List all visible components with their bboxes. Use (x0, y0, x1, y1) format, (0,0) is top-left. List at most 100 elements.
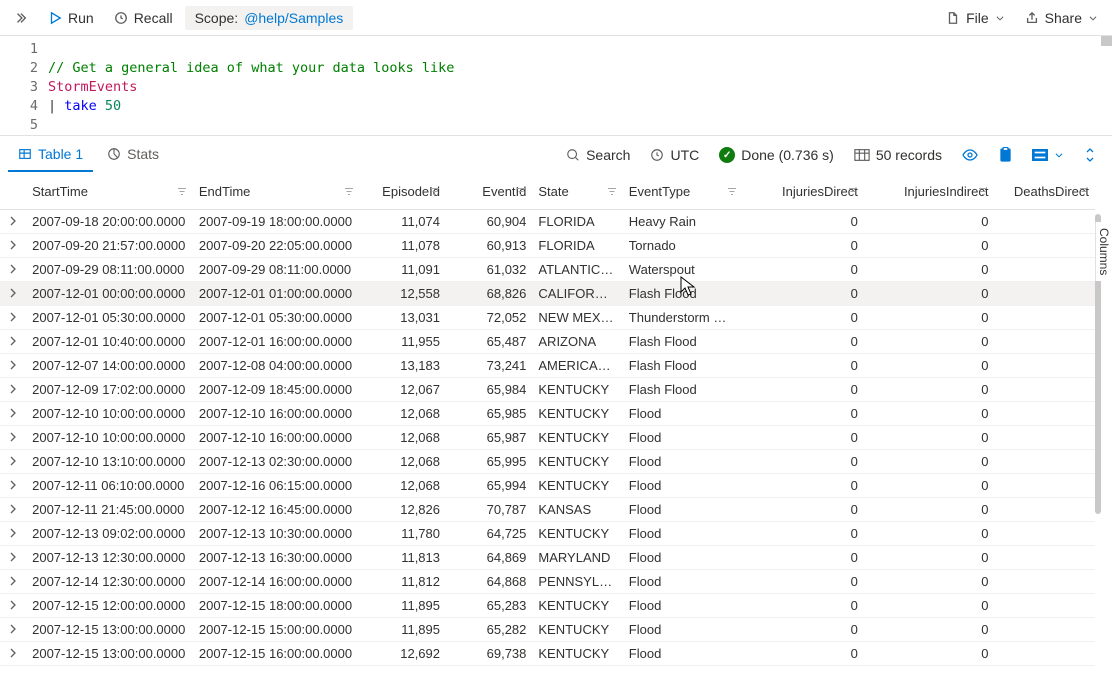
scope-label: Scope: (195, 10, 239, 26)
filter-icon[interactable] (430, 184, 440, 199)
scope-selector[interactable]: Scope: @help/Samples (185, 6, 354, 30)
table-row[interactable]: 2007-12-10 13:10:00.00002007-12-13 02:30… (0, 450, 1095, 474)
row-expand-chevron[interactable] (0, 354, 26, 378)
row-expand-chevron[interactable] (0, 594, 26, 618)
table-row[interactable]: 2007-12-01 10:40:00.00002007-12-01 16:00… (0, 330, 1095, 354)
tab-stats[interactable]: Stats (97, 138, 169, 172)
table-row[interactable]: 2007-12-15 13:00:00.00002007-12-15 15:00… (0, 618, 1095, 642)
table-cell: CALIFORN… (532, 282, 622, 306)
row-expand-chevron[interactable] (0, 378, 26, 402)
table-cell: Flash Flood (623, 354, 744, 378)
row-expand-chevron[interactable] (0, 258, 26, 282)
table-row[interactable]: 2007-12-07 14:00:00.00002007-12-08 04:00… (0, 354, 1095, 378)
table-cell: 2007-12-01 05:30:00.0000 (193, 306, 360, 330)
hide-empty-button[interactable] (954, 144, 986, 166)
row-expand-chevron[interactable] (0, 426, 26, 450)
layout-button[interactable] (1024, 145, 1072, 165)
row-expand-chevron[interactable] (0, 570, 26, 594)
table-row[interactable]: 2007-12-10 10:00:00.00002007-12-10 16:00… (0, 402, 1095, 426)
row-expand-chevron[interactable] (0, 546, 26, 570)
table-row[interactable]: 2007-12-11 21:45:00.00002007-12-12 16:45… (0, 498, 1095, 522)
table-row[interactable]: 2007-09-18 20:00:00.00002007-09-19 18:00… (0, 210, 1095, 234)
table-row[interactable]: 2007-12-11 06:10:00.00002007-12-16 06:15… (0, 474, 1095, 498)
search-icon (566, 148, 580, 162)
table-row[interactable]: 2007-12-15 13:00:00.00002007-12-15 16:00… (0, 642, 1095, 666)
row-expand-chevron[interactable] (0, 618, 26, 642)
search-button[interactable]: Search (558, 143, 638, 167)
editor-minimap-scroll[interactable] (1101, 36, 1112, 46)
filter-icon[interactable] (177, 184, 187, 199)
table-row[interactable]: 2007-12-13 09:02:00.00002007-12-13 10:30… (0, 522, 1095, 546)
table-cell: 2007-12-10 13:10:00.0000 (26, 450, 193, 474)
table-cell: Flood (623, 642, 744, 666)
table-row[interactable]: 2007-12-01 05:30:00.00002007-12-01 05:30… (0, 306, 1095, 330)
row-expand-chevron[interactable] (0, 642, 26, 666)
table-cell: MARYLAND (532, 546, 622, 570)
row-expand-chevron[interactable] (0, 210, 26, 234)
table-row[interactable]: 2007-09-29 08:11:00.00002007-09-29 08:11… (0, 258, 1095, 282)
column-header[interactable]: DeathsDirect (994, 174, 1095, 210)
table-row[interactable]: 2007-12-15 12:00:00.00002007-12-15 18:00… (0, 594, 1095, 618)
column-header[interactable]: EventId (446, 174, 532, 210)
filter-icon[interactable] (978, 184, 988, 199)
column-header[interactable]: InjuriesDirect (743, 174, 864, 210)
row-expand-chevron[interactable] (0, 330, 26, 354)
filter-icon[interactable] (1079, 184, 1089, 199)
search-label: Search (586, 147, 630, 163)
utc-label: UTC (670, 147, 699, 163)
table-row[interactable]: 2007-09-20 21:57:00.00002007-09-20 22:05… (0, 234, 1095, 258)
row-expand-chevron[interactable] (0, 522, 26, 546)
column-header[interactable]: EpisodeId (360, 174, 446, 210)
table-cell: 2007-12-12 16:45:00.0000 (193, 498, 360, 522)
column-header[interactable]: EventType (623, 174, 744, 210)
table-row[interactable]: 2007-12-10 10:00:00.00002007-12-10 16:00… (0, 426, 1095, 450)
table-cell: 0 (864, 522, 995, 546)
row-expand-chevron[interactable] (0, 282, 26, 306)
column-header[interactable]: State (532, 174, 622, 210)
share-menu-button[interactable]: Share (1017, 6, 1106, 30)
row-expand-chevron[interactable] (0, 306, 26, 330)
table-row[interactable]: 2007-12-14 12:30:00.00002007-12-14 16:00… (0, 570, 1095, 594)
row-expand-chevron[interactable] (0, 402, 26, 426)
query-editor[interactable]: 12345 // Get a general idea of what your… (0, 36, 1112, 136)
run-button[interactable]: Run (40, 6, 102, 30)
panel-toggle-button[interactable] (6, 7, 36, 29)
filter-icon[interactable] (727, 184, 737, 199)
table-cell: 64,725 (446, 522, 532, 546)
status-done: ✓ Done (0.736 s) (711, 143, 842, 167)
filter-icon[interactable] (848, 184, 858, 199)
row-expand-chevron[interactable] (0, 498, 26, 522)
copy-button[interactable] (990, 143, 1020, 167)
column-header[interactable]: InjuriesIndirect (864, 174, 995, 210)
columns-panel-tab[interactable]: Columns (1095, 222, 1112, 281)
table-cell: 0 (864, 282, 995, 306)
table-row[interactable]: 2007-12-01 00:00:00.00002007-12-01 01:00… (0, 282, 1095, 306)
filter-icon[interactable] (607, 184, 617, 199)
timezone-button[interactable]: UTC (642, 143, 707, 167)
row-expand-chevron[interactable] (0, 234, 26, 258)
column-header[interactable]: StartTime (26, 174, 193, 210)
table-cell: 0 (743, 258, 864, 282)
recall-button[interactable]: Recall (106, 6, 181, 30)
expand-button[interactable] (1076, 144, 1104, 166)
file-menu-button[interactable]: File (938, 6, 1013, 30)
table-cell: 65,487 (446, 330, 532, 354)
filter-icon[interactable] (344, 184, 354, 199)
row-expand-chevron[interactable] (0, 450, 26, 474)
tab-table[interactable]: Table 1 (8, 138, 93, 172)
table-cell: 13,183 (360, 354, 446, 378)
chevron-down-icon (1088, 13, 1098, 23)
table-cell: PENNSYL… (532, 570, 622, 594)
table-cell: 2007-09-19 18:00:00.0000 (193, 210, 360, 234)
table-cell: KENTUCKY (532, 402, 622, 426)
table-cell: 2007-09-20 21:57:00.0000 (26, 234, 193, 258)
editor-code[interactable]: // Get a general idea of what your data … (48, 36, 454, 135)
code-pipe: | (48, 98, 64, 114)
table-row[interactable]: 2007-12-13 12:30:00.00002007-12-13 16:30… (0, 546, 1095, 570)
table-cell: 65,987 (446, 426, 532, 450)
results-grid[interactable]: StartTimeEndTimeEpisodeIdEventIdStateEve… (0, 174, 1095, 666)
row-expand-chevron[interactable] (0, 474, 26, 498)
table-row[interactable]: 2007-12-09 17:02:00.00002007-12-09 18:45… (0, 378, 1095, 402)
column-header[interactable]: EndTime (193, 174, 360, 210)
filter-icon[interactable] (516, 184, 526, 199)
